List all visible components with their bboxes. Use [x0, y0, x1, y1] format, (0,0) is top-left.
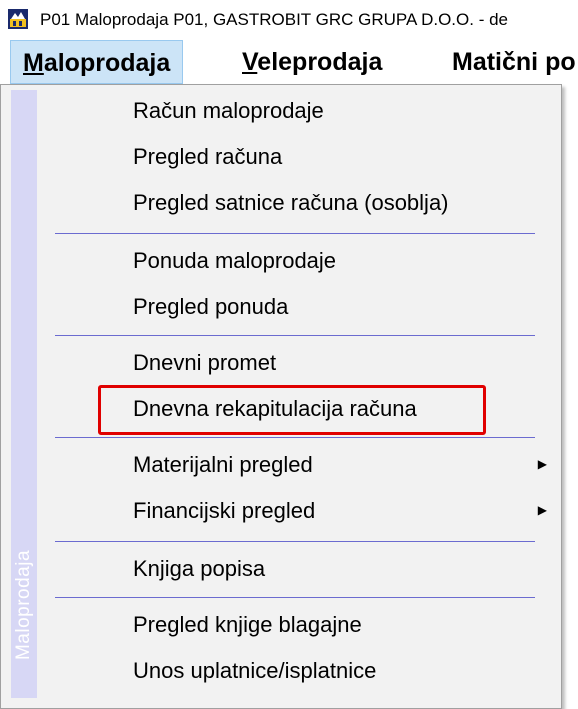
menu-label: Matični po [452, 48, 576, 76]
app-icon [8, 9, 28, 29]
menu-item-pregled-satnice[interactable]: Pregled satnice računa (osoblja) [41, 182, 559, 228]
menu-separator [55, 233, 535, 234]
submenu-arrow-icon: ▶ [537, 457, 547, 471]
menu-side-strip: Maloprodaja [11, 90, 37, 698]
menu-item-label: Materijalni pregled [133, 452, 313, 477]
menu-accelerator: V [242, 48, 258, 76]
menu-bar: Maloprodaja Veleprodaja Matični po [0, 38, 578, 88]
window-title: P01 Maloprodaja P01, GASTROBIT GRC GRUPA… [40, 10, 508, 29]
menu-item-unos-uplatnice[interactable]: Unos uplatnice/isplatnice [41, 650, 559, 696]
menu-item-label: Pregled ponuda [133, 294, 289, 319]
title-bar: P01 Maloprodaja P01, GASTROBIT GRC GRUPA… [0, 0, 578, 38]
menu-separator [55, 597, 535, 598]
menu-item-pregled-knjige-blagajne[interactable]: Pregled knjige blagajne [41, 604, 559, 650]
menu-label-rest: eleprodaja [257, 48, 383, 76]
menu-maloprodaja[interactable]: Maloprodaja [10, 40, 184, 84]
menu-item-financijski-pregled[interactable]: Financijski pregled ▶ [41, 490, 559, 536]
menu-item-label: Financijski pregled [133, 498, 316, 523]
menu-separator [55, 541, 535, 542]
menu-item-pregled-ponuda[interactable]: Pregled ponuda [41, 286, 559, 332]
menu-side-label: Maloprodaja [13, 549, 34, 661]
menu-item-label: Unos uplatnice/isplatnice [133, 658, 377, 683]
menu-separator [55, 335, 535, 336]
menu-item-label: Pregled računa [133, 144, 283, 169]
menu-label-rest: aloprodaja [43, 49, 171, 77]
menu-item-materijalni-pregled[interactable]: Materijalni pregled ▶ [41, 444, 559, 490]
menu-item-label: Pregled knjige blagajne [133, 612, 362, 637]
side-label-wrap: Maloprodaja [11, 530, 37, 680]
menu-accelerator: M [23, 49, 44, 77]
menu-item-dnevni-promet[interactable]: Dnevni promet [41, 342, 559, 388]
menu-maticni-podaci[interactable]: Matični po [440, 40, 578, 84]
menu-item-knjiga-popisa[interactable]: Knjiga popisa [41, 548, 559, 594]
menu-item-label: Dnevni promet [133, 350, 277, 375]
menu-item-ponuda-maloprodaje[interactable]: Ponuda maloprodaje [41, 240, 559, 286]
menu-item-label: Knjiga popisa [133, 556, 266, 581]
menu-item-label: Pregled satnice računa (osoblja) [133, 190, 449, 215]
menu-veleprodaja[interactable]: Veleprodaja [230, 40, 394, 84]
menu-item-pregled-racuna[interactable]: Pregled računa [41, 136, 559, 182]
menu-item-label: Račun maloprodaje [133, 98, 324, 123]
menu-item-label: Ponuda maloprodaje [133, 248, 337, 273]
highlight-annotation-box [98, 385, 486, 435]
submenu-arrow-icon: ▶ [537, 503, 547, 517]
menu-separator [55, 437, 535, 438]
menu-item-racun-maloprodaje[interactable]: Račun maloprodaje [41, 90, 559, 136]
